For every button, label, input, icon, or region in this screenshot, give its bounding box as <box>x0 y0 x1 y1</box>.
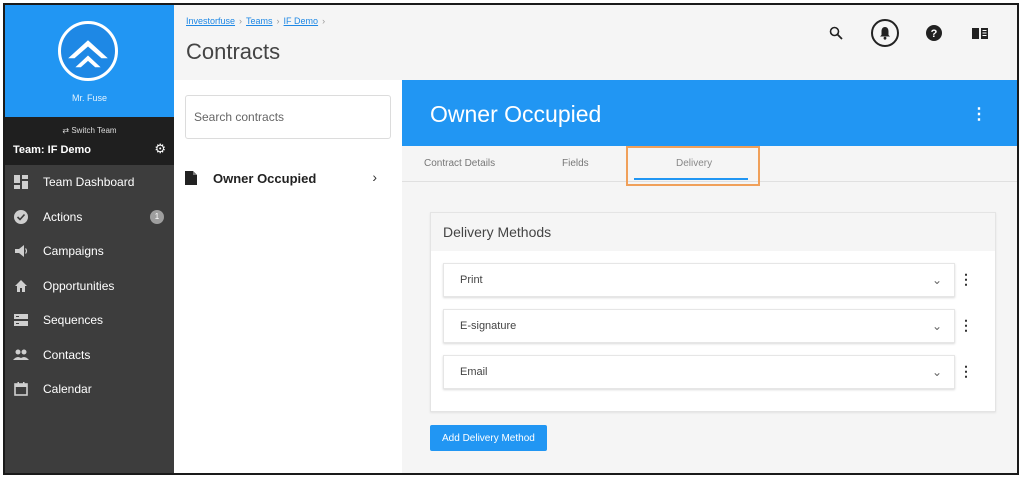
contract-detail-panel: Owner Occupied ⋮ Contract Details Fields… <box>402 80 1017 473</box>
sidebar-brand: Mr. Fuse <box>5 5 174 117</box>
chevron-right-icon: › <box>372 169 377 185</box>
sequences-icon <box>13 312 29 328</box>
contracts-list-panel: Owner Occupied › <box>174 80 402 473</box>
dashboard-icon <box>13 174 29 190</box>
tab-contract-details[interactable]: Contract Details <box>424 158 495 169</box>
team-block: ⇄ Switch Team Team: IF Demo ⚙ <box>5 117 174 165</box>
team-name: Team: IF Demo <box>13 144 92 156</box>
megaphone-icon <box>13 243 29 259</box>
page-title: Contracts <box>186 39 281 64</box>
sidebar-item-label: Team Dashboard <box>43 175 135 190</box>
tab-fields[interactable]: Fields <box>562 158 589 169</box>
sidebar-item-opportunities[interactable]: Opportunities <box>5 269 174 304</box>
breadcrumb-separator: › <box>276 16 280 26</box>
user-name: Mr. Fuse <box>71 93 107 103</box>
section-title: Delivery Methods <box>431 213 995 251</box>
add-delivery-method-button[interactable]: Add Delivery Method <box>430 425 547 451</box>
calendar-icon <box>13 381 29 397</box>
method-label: Email <box>460 366 488 378</box>
bell-icon[interactable] <box>871 19 899 47</box>
actions-count-badge: 1 <box>150 209 164 224</box>
more-options-icon[interactable]: ⋮ <box>959 271 973 288</box>
breadcrumb-investorfuse[interactable]: Investorfuse <box>186 16 235 26</box>
detail-title: Owner Occupied <box>430 101 602 127</box>
delivery-method-print[interactable]: Print ⌄ <box>443 263 955 297</box>
sidebar-item-calendar[interactable]: Calendar <box>5 372 174 407</box>
tab-highlight-box <box>626 146 760 186</box>
breadcrumb-if-demo[interactable]: IF Demo <box>284 16 319 26</box>
app-window: Mr. Fuse ⇄ Switch Team Team: IF Demo ⚙ T… <box>3 3 1019 475</box>
sidebar-item-actions[interactable]: Actions 1 <box>5 200 174 235</box>
more-options-icon[interactable]: ⋮ <box>959 317 973 334</box>
top-bar: Investorfuse › Teams › IF Demo › Contracts ? <box>174 5 1017 80</box>
sidebar: Mr. Fuse ⇄ Switch Team Team: IF Demo ⚙ T… <box>5 5 174 473</box>
sidebar-item-campaigns[interactable]: Campaigns <box>5 234 174 269</box>
breadcrumb: Investorfuse › Teams › IF Demo › <box>186 16 329 26</box>
top-icon-bar: ? <box>825 19 991 47</box>
sidebar-item-label: Actions <box>43 209 83 224</box>
breadcrumb-separator: › <box>239 16 243 26</box>
sidebar-item-label: Sequences <box>43 313 104 328</box>
svg-text:?: ? <box>931 28 938 40</box>
sidebar-item-team-dashboard[interactable]: Team Dashboard <box>5 165 174 200</box>
more-options-icon[interactable]: ⋮ <box>959 363 973 380</box>
sidebar-item-label: Contacts <box>43 347 91 362</box>
sidebar-item-contacts[interactable]: Contacts <box>5 338 174 373</box>
document-icon <box>185 171 197 185</box>
delivery-method-email[interactable]: Email ⌄ <box>443 355 955 389</box>
search-icon[interactable] <box>825 22 847 44</box>
method-label: Print <box>460 274 483 286</box>
check-circle-icon <box>13 209 29 225</box>
list-item-label: Owner Occupied <box>213 170 317 186</box>
sidebar-item-label: Campaigns <box>43 244 104 259</box>
book-icon[interactable] <box>969 22 991 44</box>
detail-header: Owner Occupied ⋮ <box>402 80 1017 146</box>
sidebar-item-label: Calendar <box>43 382 92 397</box>
method-label: E-signature <box>460 320 517 332</box>
chevron-down-icon[interactable]: ⌄ <box>932 319 942 333</box>
delivery-methods-card: Delivery Methods Print ⌄ ⋮ E-signature ⌄… <box>430 212 996 412</box>
delivery-method-esignature[interactable]: E-signature ⌄ <box>443 309 955 343</box>
more-options-icon[interactable]: ⋮ <box>971 104 987 124</box>
chevron-down-icon[interactable]: ⌄ <box>932 365 942 379</box>
search-contracts-input[interactable] <box>185 95 391 139</box>
breadcrumb-separator: › <box>322 16 326 26</box>
chevron-down-icon[interactable]: ⌄ <box>932 273 942 287</box>
switch-team-link[interactable]: ⇄ Switch Team <box>5 126 174 135</box>
logo <box>58 21 118 81</box>
gear-icon[interactable]: ⚙ <box>154 141 166 157</box>
help-icon[interactable]: ? <box>923 22 945 44</box>
home-icon <box>13 278 29 294</box>
tab-bar: Contract Details Fields Delivery <box>402 146 1017 186</box>
breadcrumb-teams[interactable]: Teams <box>246 16 273 26</box>
sidebar-item-sequences[interactable]: Sequences <box>5 303 174 338</box>
people-icon <box>13 347 29 363</box>
list-item[interactable]: Owner Occupied › <box>185 166 391 190</box>
sidebar-item-label: Opportunities <box>43 278 115 293</box>
